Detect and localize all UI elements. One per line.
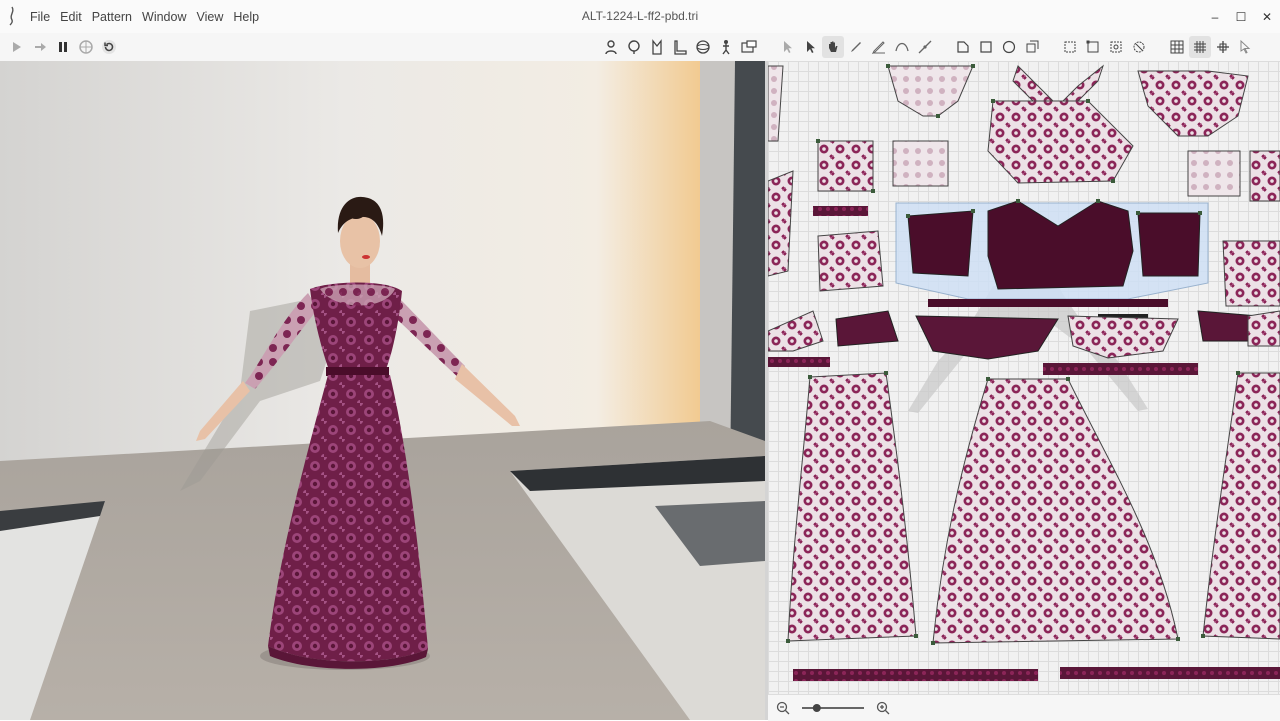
line-icon[interactable]: [914, 36, 936, 58]
menu-bar: File Edit Pattern Window View Help: [30, 0, 269, 33]
box-icon[interactable]: [1082, 36, 1104, 58]
layout-icon[interactable]: [1189, 36, 1211, 58]
head-icon[interactable]: [623, 36, 645, 58]
step-icon[interactable]: [29, 36, 51, 58]
pattern-toolbar: [776, 33, 1258, 61]
zoom-slider-handle[interactable]: [812, 704, 821, 712]
fit-icon[interactable]: [1059, 36, 1081, 58]
play-icon[interactable]: [6, 36, 28, 58]
menu-window[interactable]: Window: [142, 10, 186, 24]
minimize-button[interactable]: –: [1202, 0, 1228, 33]
2d-pattern-window[interactable]: [768, 61, 1280, 694]
group-icon[interactable]: [1128, 36, 1150, 58]
cursor-tool-icon[interactable]: [1235, 36, 1257, 58]
zoom-out-icon[interactable]: [776, 695, 790, 721]
hand-icon[interactable]: [822, 36, 844, 58]
measure-icon[interactable]: [1105, 36, 1127, 58]
zoom-slider[interactable]: [802, 695, 864, 721]
pattern-canvas: [768, 64, 1280, 681]
walk-icon[interactable]: [715, 36, 737, 58]
garment-icon[interactable]: [646, 36, 668, 58]
pencil-icon[interactable]: [868, 36, 890, 58]
rectangle-icon[interactable]: [975, 36, 997, 58]
menu-help[interactable]: Help: [233, 10, 259, 24]
title-bar: File Edit Pattern Window View Help ALT-1…: [0, 0, 1280, 33]
menu-view[interactable]: View: [196, 10, 223, 24]
sphere-icon[interactable]: [692, 36, 714, 58]
grid-sphere-icon[interactable]: [75, 36, 97, 58]
avatar-icon[interactable]: [600, 36, 622, 58]
screen-icon[interactable]: [738, 36, 760, 58]
circle-icon[interactable]: [998, 36, 1020, 58]
zoom-in-icon[interactable]: [876, 695, 890, 721]
reset-icon[interactable]: [98, 36, 120, 58]
shoe-icon[interactable]: [669, 36, 691, 58]
app-logo-icon: [9, 6, 14, 26]
pointer-icon[interactable]: [1212, 36, 1234, 58]
select-icon[interactable]: [799, 36, 821, 58]
polygon-icon[interactable]: [952, 36, 974, 58]
simulation-toolbar: [6, 33, 121, 61]
close-button[interactable]: ✕: [1254, 0, 1280, 33]
pen-icon[interactable]: [845, 36, 867, 58]
menu-edit[interactable]: Edit: [60, 10, 82, 24]
maximize-button[interactable]: ☐: [1228, 0, 1254, 33]
pause-icon[interactable]: [52, 36, 74, 58]
3d-scene: [0, 61, 765, 720]
grid-icon[interactable]: [1166, 36, 1188, 58]
menu-pattern[interactable]: Pattern: [92, 10, 132, 24]
3d-viewport[interactable]: [0, 61, 765, 720]
menu-file[interactable]: File: [30, 10, 50, 24]
zoom-bar: [768, 694, 1280, 721]
curve-icon[interactable]: [891, 36, 913, 58]
arrow-icon[interactable]: [776, 36, 798, 58]
avatar-toolbar: [600, 33, 761, 61]
toolbar: [0, 33, 1280, 62]
transform-icon[interactable]: [1021, 36, 1043, 58]
zoom-slider-track: [802, 707, 864, 709]
